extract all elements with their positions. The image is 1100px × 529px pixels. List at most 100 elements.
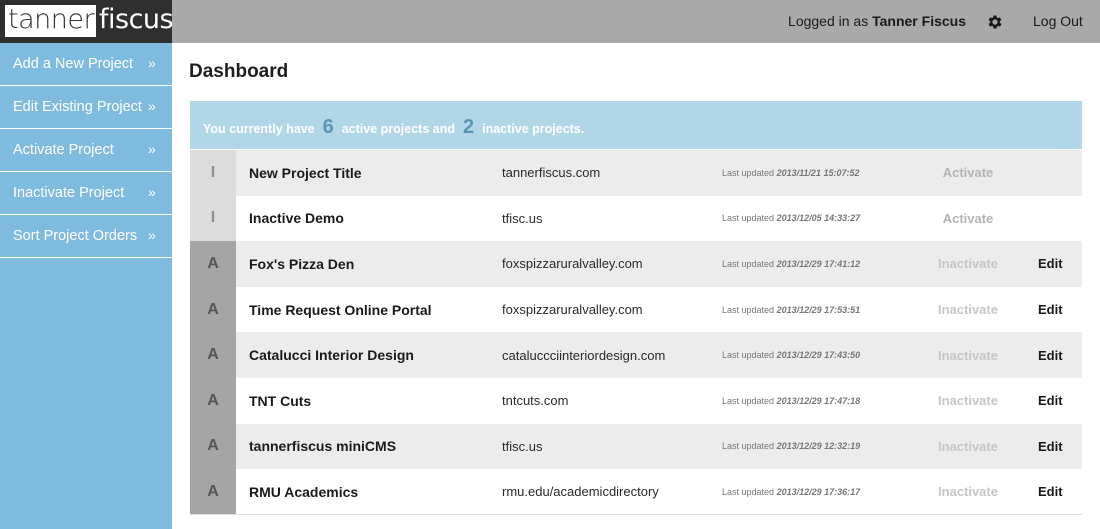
status-badge: A <box>190 377 236 424</box>
edit-button[interactable]: Edit <box>1038 484 1063 499</box>
edit-button[interactable]: Edit <box>1038 439 1063 454</box>
project-row: A TNT Cuts tntcuts.com Last updated 2013/12… <box>190 377 1082 424</box>
project-domain: tntcuts.com <box>502 393 569 409</box>
project-domain: foxspizzaruralvalley.com <box>502 302 643 318</box>
status-badge: I <box>190 150 236 196</box>
project-domain: rmu.edu/academicdirectory <box>502 484 659 500</box>
chevron-double-right-icon: » <box>148 98 156 114</box>
logo[interactable]: tanner fiscus <box>0 0 174 43</box>
last-updated: Last updated 2013/12/29 17:43:50 <box>722 350 860 360</box>
sidebar-item-label: Inactivate Project <box>13 185 125 201</box>
edit-button[interactable]: Edit <box>1038 348 1063 363</box>
logout-link[interactable]: Log Out <box>1033 13 1083 29</box>
last-updated-label: Last updated <box>722 213 775 224</box>
sidebar-item-label: Sort Project Orders <box>13 228 138 244</box>
status-badge: I <box>190 195 236 242</box>
sidebar-item-label: Add a New Project <box>13 56 134 72</box>
logo-text-tanner: tanner <box>8 4 95 35</box>
last-updated-timestamp: 2013/12/05 14:33:27 <box>776 213 861 224</box>
activate-button[interactable]: Activate <box>938 165 998 180</box>
project-row: I New Project Title tannerfiscus.com Last u… <box>190 150 1082 196</box>
status-badge: A <box>190 332 236 378</box>
last-updated: Last updated 2013/12/29 17:53:51 <box>722 305 860 315</box>
summary-text: You currently have 6 active projects and… <box>203 116 584 139</box>
sidebar-item-label: Edit Existing Project <box>13 99 142 115</box>
status-badge: A <box>190 241 236 287</box>
last-updated: Last updated 2013/12/29 17:41:12 <box>722 259 860 269</box>
project-title: Catalucci Interior Design <box>249 347 414 364</box>
last-updated: Last updated 2013/12/29 17:36:17 <box>722 487 860 497</box>
edit-button[interactable]: Edit <box>1038 393 1063 408</box>
chevron-double-right-icon: » <box>148 55 156 71</box>
inactivate-button[interactable]: Inactivate <box>938 439 998 454</box>
last-updated-timestamp: 2013/12/29 12:32:19 <box>776 441 861 452</box>
project-domain: foxspizzaruralvalley.com <box>502 256 643 272</box>
project-domain: tfisc.us <box>502 210 543 226</box>
project-summary-banner: You currently have 6 active projects and… <box>190 101 1082 149</box>
logged-in-status: Logged in as Tanner Fiscus <box>788 13 966 29</box>
summary-suffix: inactive projects. <box>482 122 585 136</box>
table-bottom-border <box>190 514 1082 515</box>
last-updated-timestamp: 2013/12/29 17:47:18 <box>776 395 861 406</box>
inactivate-button[interactable]: Inactivate <box>938 393 998 408</box>
page-title: Dashboard <box>189 61 289 82</box>
project-domain: cataluccciinteriordesign.com <box>502 347 666 363</box>
status-badge: A <box>190 469 236 515</box>
project-domain: tfisc.us <box>502 438 543 454</box>
last-updated-timestamp: 2013/12/29 17:41:12 <box>776 258 861 269</box>
project-table: I New Project Title tannerfiscus.com Last u… <box>190 150 1082 515</box>
sidebar-item-activate-project[interactable]: Activate Project » <box>0 129 172 172</box>
last-updated-label: Last updated <box>722 441 775 452</box>
last-updated-timestamp: 2013/12/29 17:36:17 <box>776 486 861 497</box>
summary-middle: active projects and <box>341 122 455 136</box>
last-updated-label: Last updated <box>722 167 775 178</box>
last-updated-label: Last updated <box>722 350 775 361</box>
project-title: New Project Title <box>249 164 362 181</box>
project-row: Atannerfiscus miniCMS tfisc.us Last update… <box>190 423 1082 470</box>
sidebar-item-add-project[interactable]: Add a New Project » <box>0 43 172 86</box>
chevron-double-right-icon: » <box>148 141 156 157</box>
edit-button[interactable]: Edit <box>1038 256 1063 271</box>
last-updated-timestamp: 2013/11/21 15:07:52 <box>776 167 860 178</box>
status-badge: A <box>190 286 236 333</box>
project-title: Inactive Demo <box>249 210 344 227</box>
active-count: 6 <box>322 116 334 138</box>
sidebar-item-sort-projects[interactable]: Sort Project Orders » <box>0 215 172 258</box>
inactivate-button[interactable]: Inactivate <box>938 348 998 363</box>
sidebar-item-edit-project[interactable]: Edit Existing Project » <box>0 86 172 129</box>
inactivate-button[interactable]: Inactivate <box>938 484 998 499</box>
chevron-double-right-icon: » <box>148 184 156 200</box>
gear-icon[interactable] <box>986 13 1004 31</box>
edit-button[interactable]: Edit <box>1038 302 1063 317</box>
project-title: TNT Cuts <box>249 392 312 409</box>
project-row: A RMU Academics rmu.edu/academicdirectory L… <box>190 469 1082 515</box>
project-row: A Catalucci Interior Design cataluccciinte… <box>190 332 1082 378</box>
top-header: tanner fiscus Logged in as Tanner Fiscus… <box>0 0 1100 43</box>
last-updated-label: Last updated <box>722 395 775 406</box>
project-row: A Time Request Online Portal foxspizzarura… <box>190 286 1082 333</box>
logged-in-prefix: Logged in as <box>788 13 869 29</box>
last-updated-timestamp: 2013/12/29 17:43:50 <box>776 350 861 361</box>
last-updated-label: Last updated <box>722 304 775 315</box>
inactivate-button[interactable]: Inactivate <box>938 302 998 317</box>
project-row: A Fox's Pizza Den foxspizzaruralvalley.com… <box>190 241 1082 287</box>
last-updated: Last updated 2013/12/05 14:33:27 <box>722 213 860 223</box>
project-domain: tannerfiscus.com <box>502 165 601 181</box>
last-updated-label: Last updated <box>722 486 775 497</box>
last-updated: Last updated 2013/12/29 12:32:19 <box>722 441 860 451</box>
last-updated: Last updated 2013/11/21 15:07:52 <box>722 168 859 178</box>
project-title: RMU Academics <box>249 483 359 500</box>
activate-button[interactable]: Activate <box>938 211 998 226</box>
project-row: I Inactive Demo tfisc.us Last updated 2013/… <box>190 195 1082 242</box>
project-title: tannerfiscus miniCMS <box>249 438 397 455</box>
project-title: Time Request Online Portal <box>249 301 432 318</box>
sidebar-item-inactivate-project[interactable]: Inactivate Project » <box>0 172 172 215</box>
inactive-count: 2 <box>462 116 475 138</box>
logo-text-fiscus: fiscus <box>99 4 174 35</box>
project-title: Fox's Pizza Den <box>249 255 355 272</box>
inactivate-button[interactable]: Inactivate <box>938 256 998 271</box>
summary-prefix: You currently have <box>203 122 315 136</box>
user-name: Tanner Fiscus <box>872 13 966 29</box>
last-updated-label: Last updated <box>722 258 775 269</box>
sidebar: Add a New Project » Edit Existing Projec… <box>0 43 172 529</box>
